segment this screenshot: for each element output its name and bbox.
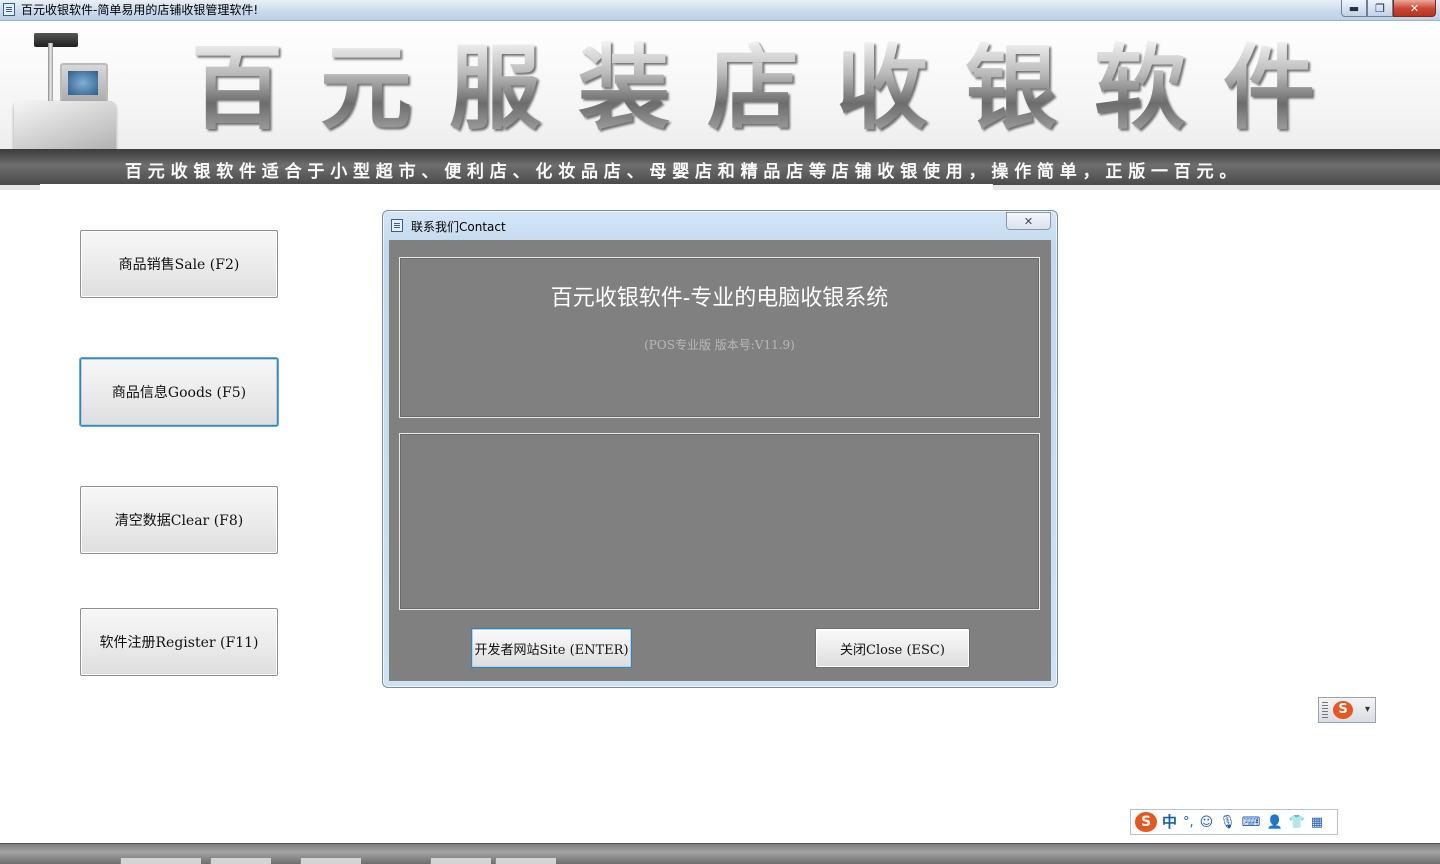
ime-status-bar[interactable]: S 中 °, ☺ 🎙 ⌨ 👤 👕 ▦ bbox=[1130, 809, 1338, 835]
dialog-close-button[interactable]: ✕ bbox=[1006, 212, 1051, 230]
banner-title-char: 店 bbox=[698, 41, 808, 137]
taskbar-item[interactable] bbox=[430, 858, 491, 864]
banner-title-char: 银 bbox=[956, 41, 1066, 137]
register-button[interactable]: 软件注册Register (F11) bbox=[80, 608, 278, 676]
dialog-title: 联系我们Contact bbox=[411, 220, 506, 234]
version-label: (POS专业版 版本号:V11.9) bbox=[644, 338, 795, 352]
sale-button[interactable]: 商品销售Sale (F2) bbox=[80, 230, 278, 298]
maximize-button[interactable]: ❐ bbox=[1367, 0, 1393, 17]
window-title: 百元收银软件-简单易用的店铺收银管理软件! bbox=[21, 3, 259, 17]
drag-handle-icon[interactable] bbox=[1322, 702, 1328, 718]
developer-site-button[interactable]: 开发者网站Site (ENTER) bbox=[471, 628, 632, 668]
banner-title-char: 服 bbox=[440, 41, 550, 137]
taskbar-item[interactable] bbox=[120, 858, 201, 864]
dialog-heading: 百元收银软件-专业的电脑收银系统 bbox=[550, 286, 889, 311]
shirt-icon[interactable]: 👕 bbox=[1289, 816, 1305, 829]
register-display bbox=[34, 33, 78, 47]
banner-title-char: 元 bbox=[311, 41, 421, 137]
minimize-button[interactable]: ▬ bbox=[1341, 0, 1367, 17]
banner-title-char: 件 bbox=[1214, 41, 1324, 137]
header-banner: 百 元 服 装 店 收 银 软 件 百元收银软件适合于小型超市、便利店、化妆品店… bbox=[0, 21, 1440, 190]
window-title-bar[interactable]: 百元收银软件-简单易用的店铺收银管理软件! ▬ ❐ ✕ bbox=[0, 0, 1440, 21]
banner-title-char: 收 bbox=[827, 41, 937, 137]
clear-data-button[interactable]: 清空数据Clear (F8) bbox=[80, 486, 278, 554]
banner-slogan-strip: 百元收银软件适合于小型超市、便利店、化妆品店、母婴店和精品店等店铺收银使用，操作… bbox=[0, 149, 1440, 185]
keyboard-icon[interactable]: ⌨ bbox=[1242, 816, 1261, 829]
user-icon[interactable]: 👤 bbox=[1267, 816, 1283, 829]
banner-divider bbox=[40, 184, 993, 190]
sogou-logo-icon[interactable]: S bbox=[1333, 701, 1353, 719]
ime-language-toggle[interactable]: 中 bbox=[1162, 814, 1177, 830]
chevron-down-icon[interactable]: ▾ bbox=[1365, 704, 1370, 715]
info-panel: 百元收银软件-专业的电脑收银系统 (POS专业版 版本号:V11.9) bbox=[399, 257, 1040, 418]
banner-slogan: 百元收银软件适合于小型超市、便利店、化妆品店、母婴店和精品店等店铺收银使用，操作… bbox=[125, 162, 1243, 182]
taskbar-item[interactable] bbox=[495, 858, 556, 864]
close-button[interactable]: ✕ bbox=[1393, 0, 1436, 17]
goods-button[interactable]: 商品信息Goods (F5) bbox=[80, 358, 278, 426]
ime-mini-toolbar[interactable]: S ▾ bbox=[1318, 697, 1376, 723]
window-controls: ▬ ❐ ✕ bbox=[1341, 0, 1436, 18]
banner-title-char: 装 bbox=[569, 41, 679, 137]
dialog-close-action-button[interactable]: 关闭Close (ESC) bbox=[815, 628, 970, 668]
taskbar bbox=[0, 843, 1440, 864]
banner-title-char: 软 bbox=[1085, 41, 1195, 137]
grid-icon[interactable]: ▦ bbox=[1311, 816, 1323, 829]
contact-panel bbox=[399, 433, 1040, 610]
dialog-app-icon bbox=[391, 219, 403, 232]
microphone-icon[interactable]: 🎙 bbox=[1219, 816, 1236, 829]
dialog-body: 百元收银软件-专业的电脑收银系统 (POS专业版 版本号:V11.9) 开发者网… bbox=[389, 240, 1051, 681]
banner-title-char: 百 bbox=[182, 41, 292, 137]
app-icon bbox=[3, 3, 15, 16]
taskbar-item[interactable] bbox=[300, 858, 361, 864]
taskbar-item[interactable] bbox=[210, 858, 271, 864]
smiley-icon[interactable]: ☺ bbox=[1200, 816, 1214, 829]
punctuation-toggle[interactable]: °, bbox=[1183, 816, 1194, 829]
contact-dialog: 联系我们Contact ✕ 百元收银软件-专业的电脑收银系统 (POS专业版 版… bbox=[382, 210, 1058, 688]
sogou-logo-icon[interactable]: S bbox=[1135, 812, 1157, 832]
